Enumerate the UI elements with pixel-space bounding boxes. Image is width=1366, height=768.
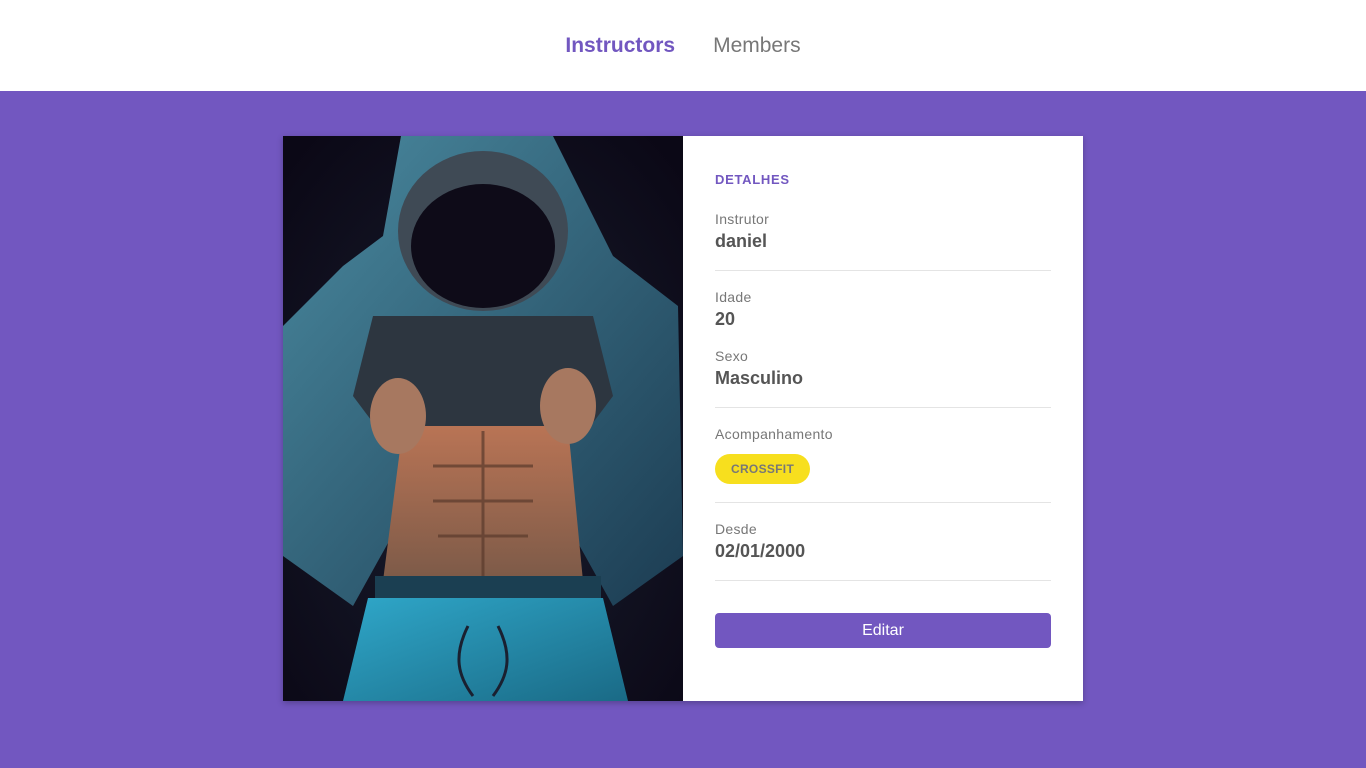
instructor-card: DETALHES Instrutor daniel Idade 20 Sexo … — [283, 136, 1083, 701]
services-label: Acompanhamento — [715, 426, 833, 442]
details-heading: DETALHES — [715, 172, 790, 187]
instructor-photo — [283, 136, 683, 701]
nav-instructors-link[interactable]: Instructors — [565, 34, 675, 58]
since-field: Desde 02/01/2000 — [715, 521, 1051, 581]
top-nav: Instructors Members — [0, 0, 1366, 91]
age-field: Idade 20 — [715, 289, 1051, 330]
services-field: Acompanhamento CROSSFIT — [715, 426, 1051, 503]
gender-value: Masculino — [715, 368, 804, 388]
age-label: Idade — [715, 289, 752, 305]
details-panel: DETALHES Instrutor daniel Idade 20 Sexo … — [683, 136, 1083, 701]
instructor-label: Instrutor — [715, 211, 770, 227]
gender-field: Sexo Masculino — [715, 348, 1051, 408]
since-value: 02/01/2000 — [715, 541, 806, 561]
gender-label: Sexo — [715, 348, 749, 364]
nav-members-link[interactable]: Members — [713, 34, 801, 58]
service-badge: CROSSFIT — [715, 454, 811, 484]
since-label: Desde — [715, 521, 757, 537]
age-value: 20 — [715, 309, 736, 329]
instructor-photo-illustration — [283, 136, 683, 701]
edit-button[interactable]: Editar — [715, 613, 1051, 648]
instructor-field: Instrutor daniel — [715, 211, 1051, 271]
instructor-value: daniel — [715, 231, 768, 251]
